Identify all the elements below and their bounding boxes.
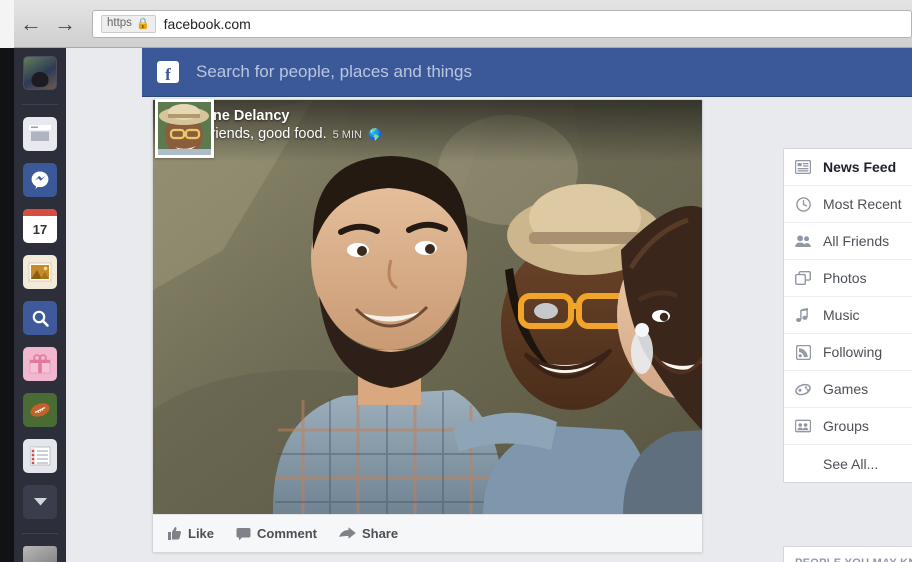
page-viewport: 17 f Search for people, places and thing… — [0, 48, 912, 562]
back-button[interactable]: ← — [14, 7, 48, 41]
post-timestamp: 5 MIN — [332, 129, 362, 141]
sidebar-label-photos: Photos — [823, 270, 867, 286]
rss-icon — [795, 344, 811, 360]
clock-icon — [795, 196, 811, 212]
post-author-avatar[interactable] — [155, 99, 214, 158]
facebook-top-bar: f Search for people, places and things — [142, 48, 912, 97]
post-meta-row: Good friends, good food. 5 MIN 🌎 — [167, 126, 702, 142]
search-icon[interactable] — [23, 301, 57, 335]
sidebar-label-games: Games — [823, 381, 869, 397]
sidebar-item-all-friends[interactable]: All Friends — [784, 223, 912, 260]
sidebar-item-photos[interactable]: Photos — [784, 260, 912, 297]
photos-icon[interactable] — [23, 255, 57, 289]
friends-icon — [795, 233, 811, 249]
post-photo[interactable]: Christine Delancy Good friends, good foo… — [153, 100, 702, 515]
sidebar-label-all-friends: All Friends — [823, 233, 890, 249]
messenger-icon[interactable] — [23, 163, 57, 197]
gift-icon[interactable] — [23, 347, 57, 381]
post-author-name[interactable]: Christine Delancy — [167, 108, 702, 124]
sidebar-nav-card: News Feed Most Recent All Friends Photos… — [783, 148, 912, 483]
like-label: Like — [188, 526, 215, 541]
photos-icon — [795, 270, 811, 286]
sidebar-item-news-feed[interactable]: News Feed — [784, 149, 912, 186]
like-button[interactable]: Like — [167, 526, 214, 541]
left-icon-rail: 17 — [14, 48, 66, 562]
browser-chrome: ← → https 🔒 facebook.com — [0, 0, 912, 48]
calendar-day: 17 — [32, 222, 48, 237]
rail-outer-edge — [0, 48, 14, 562]
comment-label: Comment — [257, 526, 317, 541]
people-you-may-know-card: PEOPLE YOU MAY KN Will Ruben — [783, 546, 912, 562]
news-feed-icon — [795, 159, 811, 175]
sidebar-label-news-feed: News Feed — [823, 159, 897, 175]
sidebar-item-most-recent[interactable]: Most Recent — [784, 186, 912, 223]
https-label: https — [107, 17, 132, 29]
share-button[interactable]: Share — [338, 526, 399, 541]
sidebar-label-groups: Groups — [823, 418, 869, 434]
groups-icon — [795, 418, 811, 434]
share-arrow-icon — [338, 527, 356, 539]
share-label: Share — [361, 526, 399, 541]
sidebar-item-groups[interactable]: Groups — [784, 408, 912, 445]
contact-avatar-1[interactable] — [23, 546, 57, 562]
https-badge: https 🔒 — [101, 14, 156, 33]
sidebar-label-following: Following — [823, 344, 883, 360]
post-card: Christine Delancy Good friends, good foo… — [152, 99, 703, 553]
thumbs-up-icon — [168, 527, 181, 540]
post-action-bar: Like Comment Share — [153, 514, 702, 552]
right-sidebar: News Feed Most Recent All Friends Photos… — [780, 97, 912, 562]
sidebar-item-see-all[interactable]: See All... — [784, 445, 912, 482]
gamepad-icon — [795, 381, 811, 397]
sidebar-item-following[interactable]: Following — [784, 334, 912, 371]
chrome-left-edge — [0, 0, 14, 48]
sidebar-item-music[interactable]: Music — [784, 297, 912, 334]
profile-avatar[interactable] — [23, 56, 57, 90]
calendar-icon[interactable]: 17 — [23, 209, 57, 243]
chevron-down-icon[interactable] — [23, 485, 57, 519]
calendar-header-bar — [23, 209, 57, 216]
rail-divider — [22, 104, 58, 105]
comment-button[interactable]: Comment — [236, 526, 317, 541]
sidebar-label-most-recent: Most Recent — [823, 196, 902, 212]
post-header-overlay: Christine Delancy Good friends, good foo… — [153, 100, 702, 162]
address-bar[interactable]: https 🔒 facebook.com — [92, 9, 912, 38]
rail-divider-contacts — [22, 533, 58, 534]
pymk-title: PEOPLE YOU MAY KN — [784, 557, 912, 562]
search-input[interactable]: Search for people, places and things — [196, 62, 472, 82]
lock-icon: 🔒 — [135, 17, 150, 30]
sidebar-label-music: Music — [823, 307, 860, 323]
forward-button[interactable]: → — [48, 7, 82, 41]
facebook-logo-icon[interactable]: f — [157, 61, 179, 83]
url-text[interactable]: facebook.com — [164, 16, 251, 32]
football-icon[interactable] — [23, 393, 57, 427]
notes-icon[interactable] — [23, 439, 57, 473]
music-note-icon — [795, 307, 811, 323]
sidebar-item-games[interactable]: Games — [784, 371, 912, 408]
comment-bubble-icon — [236, 528, 251, 541]
globe-icon: 🌎 — [367, 129, 382, 141]
sidebar-label-see-all: See All... — [823, 455, 879, 472]
news-feed-icon[interactable] — [23, 117, 57, 151]
